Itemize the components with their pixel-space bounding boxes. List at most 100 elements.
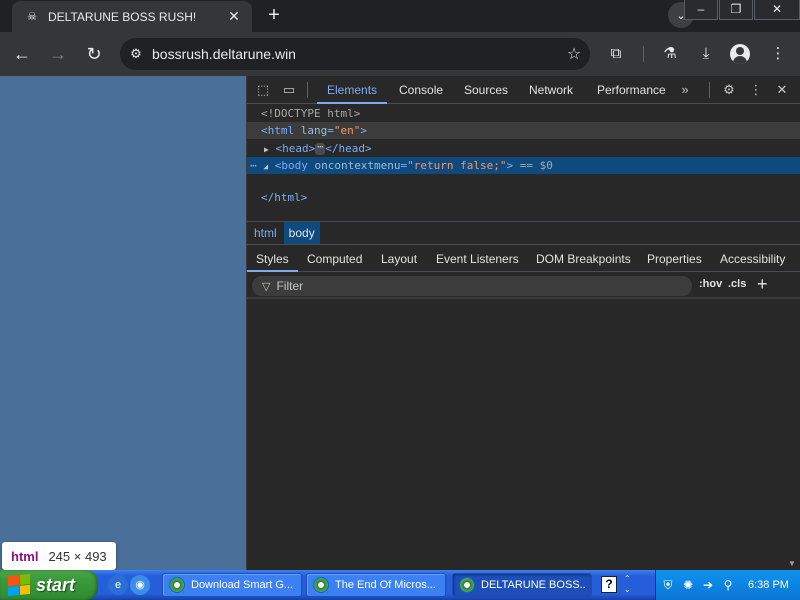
tab-console[interactable]: Console: [389, 76, 453, 104]
body-open-close: >: [506, 159, 514, 172]
breadcrumb-html[interactable]: html: [249, 222, 282, 244]
taskbar-button-label: The End Of Micros...: [335, 579, 436, 591]
taskbar-button-label: Download Smart G...: [191, 579, 294, 591]
new-style-rule-icon[interactable]: +: [757, 274, 768, 295]
tab-accessibility[interactable]: Accessibility: [711, 246, 794, 272]
tab-network[interactable]: Network: [519, 76, 583, 104]
doctype-text: <!DOCTYPE html>: [261, 107, 361, 120]
labs-flask-icon[interactable]: ⚗: [656, 40, 684, 68]
clock: 6:38 PM: [748, 579, 789, 591]
tab-event-listeners[interactable]: Event Listeners: [427, 246, 528, 272]
browser-menu-icon[interactable]: ⋮: [764, 40, 792, 68]
internet-explorer-icon[interactable]: e: [108, 575, 128, 595]
tooltip-size: 245 × 493: [48, 548, 107, 564]
tab-sources[interactable]: Sources: [454, 76, 518, 104]
inspect-element-icon[interactable]: ⬚: [253, 80, 273, 100]
screen: ☠ DELTARUNE BOSS RUSH! ✕ + ⌄ – ❐ ✕ ← → ↻…: [0, 0, 800, 600]
window-controls: – ❐ ✕: [683, 0, 800, 20]
devtools-close-icon[interactable]: ✕: [772, 80, 792, 100]
breadcrumb: html body: [247, 221, 800, 245]
body-oncontextmenu-value: "return false;": [407, 159, 507, 172]
close-window-button[interactable]: ✕: [754, 0, 800, 20]
dom-head-line[interactable]: ▶ <head> ⋯ </head>: [247, 140, 800, 157]
hover-state-toggle[interactable]: :hov: [699, 278, 722, 290]
head-close-tag: </head>: [325, 142, 372, 155]
dom-html-close-line[interactable]: </html>: [247, 189, 800, 206]
new-tab-button[interactable]: +: [262, 4, 286, 28]
bookmark-star-icon[interactable]: ☆: [558, 44, 590, 64]
toolbar-divider: [643, 46, 644, 62]
more-tabs-icon[interactable]: »: [675, 80, 695, 100]
tab-close-icon[interactable]: ✕: [226, 8, 242, 25]
forward-button[interactable]: →: [44, 40, 72, 68]
styles-filter-input[interactable]: ▽ Filter: [252, 276, 692, 296]
profile-avatar-icon[interactable]: [730, 44, 750, 64]
extensions-icon[interactable]: ⧉: [602, 40, 630, 68]
selected-marker: == $0: [519, 159, 553, 172]
breadcrumb-body[interactable]: body: [283, 222, 320, 244]
start-label: start: [36, 574, 76, 595]
dom-tree: <!DOCTYPE html> <html lang="en"> ▶ <head…: [247, 105, 800, 221]
html-open-tag: <html: [261, 124, 295, 137]
back-button[interactable]: ←: [8, 40, 36, 68]
minimize-button[interactable]: –: [684, 0, 718, 20]
devtools-panel: ⬚ ▭ Elements Console Sources Network Per…: [246, 76, 800, 570]
class-toggle[interactable]: .cls: [728, 278, 746, 290]
page-viewport[interactable]: [0, 76, 246, 570]
taskbar-button-download[interactable]: Download Smart G...: [162, 573, 302, 597]
styles-scrollbar[interactable]: ▼: [783, 301, 800, 570]
devtools-toolbar: ⬚ ▭ Elements Console Sources Network Per…: [247, 76, 800, 104]
device-toolbar-icon[interactable]: ▭: [279, 80, 299, 100]
collapsed-ellipsis[interactable]: ⋯: [315, 143, 326, 155]
quicklaunch-app-icon[interactable]: ◉: [130, 575, 150, 595]
expand-triangle-icon[interactable]: ▶: [264, 145, 269, 154]
body-oncontextmenu-attr: oncontextmenu: [314, 159, 401, 172]
tab-dom-breakpoints[interactable]: DOM Breakpoints: [527, 246, 640, 272]
filter-funnel-icon: ▽: [262, 280, 271, 293]
tab-strip: ☠ DELTARUNE BOSS RUSH! ✕ + ⌄ – ❐ ✕: [0, 0, 800, 32]
tab-title: DELTARUNE BOSS RUSH!: [48, 9, 197, 24]
reload-button[interactable]: ↻: [80, 40, 108, 68]
dom-doctype-line[interactable]: <!DOCTYPE html>: [247, 105, 800, 122]
help-icon[interactable]: ?: [601, 576, 617, 593]
browser-toolbar: ← → ↻ ⚙ bossrush.deltarune.win ☆ ⧉ ⚗ ⤓ ⋮: [0, 32, 800, 76]
tab-computed[interactable]: Computed: [298, 246, 371, 272]
windows-taskbar: start e ◉ Download Smart G... The End Of…: [0, 570, 800, 600]
devtools-menu-icon[interactable]: ⋮: [746, 80, 766, 100]
chrome-icon: [313, 577, 329, 593]
tab-performance[interactable]: Performance: [587, 76, 676, 104]
taskbar-button-deltarune[interactable]: DELTARUNE BOSS...: [452, 573, 592, 597]
downloads-icon[interactable]: ⤓: [692, 40, 720, 68]
tooltip-tag: html: [11, 548, 39, 564]
skull-favicon-icon: ☠: [27, 11, 37, 23]
collapse-triangle-icon[interactable]: ◢: [263, 162, 268, 171]
tray-search-icon[interactable]: ⚲: [720, 578, 736, 592]
filter-placeholder: Filter: [276, 279, 304, 293]
restore-button[interactable]: ❐: [719, 0, 753, 20]
taskbar-button-microsoft[interactable]: The End Of Micros...: [306, 573, 446, 597]
dom-html-line[interactable]: <html lang="en">: [247, 122, 800, 139]
tab-properties[interactable]: Properties: [638, 246, 711, 272]
tab-layout[interactable]: Layout: [372, 246, 426, 272]
row-actions-icon[interactable]: ⋯: [250, 159, 257, 172]
styles-tabbar: Styles Computed Layout Event Listeners D…: [247, 246, 800, 272]
tray-network-icon[interactable]: ✺: [680, 578, 696, 592]
browser-tab[interactable]: ☠ DELTARUNE BOSS RUSH! ✕: [12, 1, 252, 32]
tab-elements[interactable]: Elements: [317, 76, 388, 104]
site-info-icon[interactable]: ⚙: [120, 46, 152, 62]
styles-filter-bar: ▽ Filter :hov .cls +: [247, 273, 800, 299]
tray-shield-icon[interactable]: ⛨: [660, 578, 676, 593]
tab-styles[interactable]: Styles: [247, 246, 298, 272]
start-button[interactable]: start: [0, 570, 98, 600]
address-bar[interactable]: ⚙ bossrush.deltarune.win ☆: [120, 38, 590, 70]
chrome-icon: [169, 577, 185, 593]
tray-arrow-icon[interactable]: ➔: [700, 578, 716, 592]
devtools-settings-gear-icon[interactable]: ⚙: [719, 80, 739, 100]
scroll-down-arrow-icon[interactable]: ▼: [788, 559, 796, 568]
windows-logo-icon: [8, 573, 30, 597]
element-size-tooltip: html 245 × 493: [2, 542, 116, 570]
body-open-tag: <body: [274, 159, 308, 172]
chrome-icon: [459, 577, 475, 593]
dom-body-line[interactable]: ⋯ ◢ <body oncontextmenu="return false;">…: [247, 157, 800, 174]
taskbar-scroll-arrows-icon[interactable]: ⌃ ⌄: [624, 573, 631, 595]
